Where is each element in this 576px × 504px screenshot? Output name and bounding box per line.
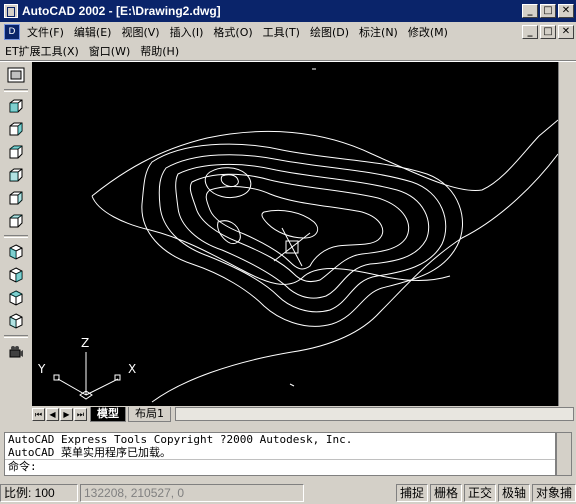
ucs-z-label: Z <box>81 336 89 350</box>
iso-sw-icon[interactable] <box>5 242 27 262</box>
command-scrollbar[interactable] <box>556 432 572 476</box>
menu-edit[interactable]: 编辑(E) <box>69 24 117 40</box>
ucs-y-label: Y <box>37 362 46 376</box>
command-window: AutoCAD Express Tools Copyright ?2000 Au… <box>4 432 556 476</box>
command-line[interactable]: 命令: <box>5 459 555 473</box>
box-view-right-icon[interactable] <box>5 165 27 185</box>
point-mark-bottom <box>289 383 295 387</box>
view-toolbar <box>2 62 30 402</box>
tab-last-button[interactable]: ⏭ <box>74 407 87 421</box>
iso-ne-icon[interactable] <box>5 288 27 308</box>
contour-outer <box>91 119 559 403</box>
contour-5 <box>205 186 384 270</box>
menu-modify[interactable]: 修改(M) <box>403 24 453 40</box>
doc-window-controls-top: _ □ ✕ <box>522 25 574 39</box>
contour-4 <box>189 173 410 283</box>
ucs-icon <box>53 352 121 400</box>
camera-icon[interactable] <box>5 342 27 362</box>
horizontal-scrollbar[interactable] <box>175 407 574 421</box>
tab-layout1[interactable]: 布局1 <box>128 406 171 422</box>
contour-inner-1 <box>204 167 252 199</box>
ucs-x-label: X <box>128 362 136 376</box>
minimize-button[interactable]: _ <box>522 4 538 18</box>
window-controls: _ □ ✕ <box>522 4 574 18</box>
scale-indicator: 比例: 100 <box>0 484 78 502</box>
close-button[interactable]: ✕ <box>558 4 574 18</box>
osnap-toggle[interactable]: 对象捕 <box>532 484 576 502</box>
menu-format[interactable]: 格式(O) <box>208 24 257 40</box>
secondary-menu-bar: ET扩展工具(X) 窗口(W) 帮助(H) <box>0 41 576 61</box>
crosshair-cursor <box>273 227 311 267</box>
polar-toggle[interactable]: 极轴 <box>497 484 530 502</box>
autocad-app-icon[interactable] <box>4 4 18 18</box>
menu-express-tools[interactable]: ET扩展工具(X) <box>0 43 84 59</box>
menu-insert[interactable]: 插入(I) <box>165 24 209 40</box>
tab-model[interactable]: 模型 <box>90 406 126 422</box>
coordinate-readout[interactable]: 132208, 210527, 0 <box>80 484 304 502</box>
maximize-button[interactable]: □ <box>540 4 556 18</box>
menu-tools[interactable]: 工具(T) <box>258 24 305 40</box>
command-history-line-2: AutoCAD 菜单实用程序已加载。 <box>8 446 171 459</box>
box-view-front-icon[interactable] <box>5 188 27 208</box>
iso-nw-icon[interactable] <box>5 311 27 331</box>
command-history-line-1: AutoCAD Express Tools Copyright ?2000 Au… <box>8 433 353 446</box>
contour-inner-3 <box>217 220 241 245</box>
vertical-scrollbar[interactable] <box>558 62 574 406</box>
ortho-toggle[interactable]: 正交 <box>463 484 496 502</box>
menu-file[interactable]: 文件(F) <box>22 24 69 40</box>
tab-next-button[interactable]: ▶ <box>60 407 73 421</box>
contour-1 <box>141 143 463 327</box>
doc-close-button[interactable]: ✕ <box>558 25 574 39</box>
box-view-back-icon[interactable] <box>5 211 27 231</box>
snap-toggle[interactable]: 捕捉 <box>395 484 428 502</box>
box-view-top-icon[interactable] <box>5 96 27 116</box>
hide-render-icon[interactable] <box>5 65 27 85</box>
menu-window[interactable]: 窗口(W) <box>84 43 135 59</box>
menu-draw[interactable]: 绘图(D) <box>305 24 354 40</box>
document-icon[interactable]: D <box>4 24 20 40</box>
grid-toggle[interactable]: 栅格 <box>429 484 462 502</box>
box-view-bottom-icon[interactable] <box>5 119 27 139</box>
menu-dimension[interactable]: 标注(N) <box>354 24 403 40</box>
menu-view[interactable]: 视图(V) <box>116 24 164 40</box>
menu-help[interactable]: 帮助(H) <box>135 43 184 59</box>
box-view-left-icon[interactable] <box>5 142 27 162</box>
tab-first-button[interactable]: ⏮ <box>32 407 45 421</box>
tab-prev-button[interactable]: ◀ <box>46 407 59 421</box>
layout-tabs-bar: ⏮ ◀ ▶ ⏭ 模型 布局1 <box>32 406 574 422</box>
contour-drawing: Z Y X <box>37 68 559 403</box>
doc-maximize-button[interactable]: □ <box>540 25 556 39</box>
command-prompt: 命令: <box>8 460 37 473</box>
window-title: AutoCAD 2002 - [E:\Drawing2.dwg] <box>22 4 221 18</box>
iso-se-icon[interactable] <box>5 265 27 285</box>
contour-inner-2 <box>220 174 239 187</box>
status-bar: 比例: 100 132208, 210527, 0 捕捉 栅格 正交 极轴 对象… <box>0 482 576 504</box>
main-menu-bar: D 文件(F) 编辑(E) 视图(V) 插入(I) 格式(O) 工具(T) 绘图… <box>0 22 576 42</box>
drawing-canvas[interactable]: Z Y X <box>32 62 559 406</box>
doc-minimize-button[interactable]: _ <box>522 25 538 39</box>
title-bar: AutoCAD 2002 - [E:\Drawing2.dwg] _ □ ✕ <box>0 0 576 22</box>
